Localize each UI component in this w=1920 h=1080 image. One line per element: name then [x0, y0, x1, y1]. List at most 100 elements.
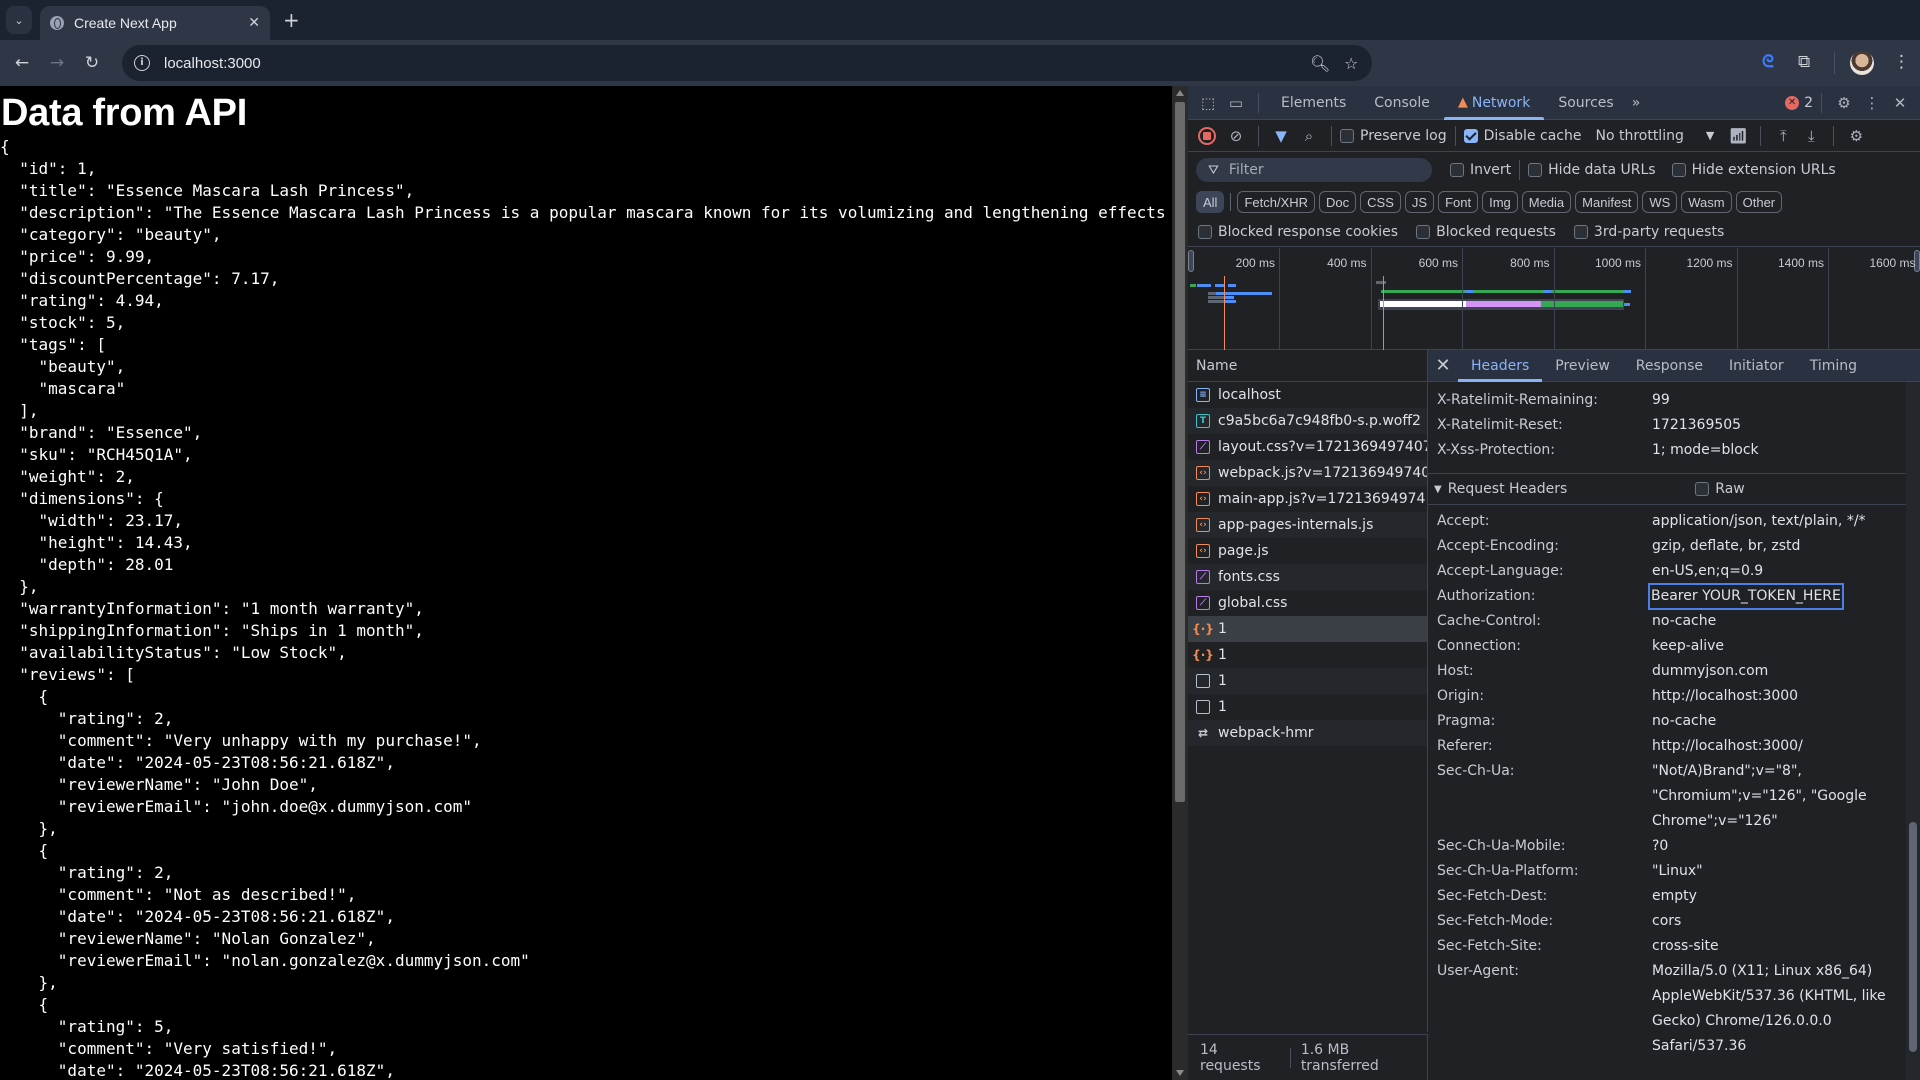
checkbox[interactable]	[1340, 128, 1354, 143]
tab-elements[interactable]: Elements	[1267, 86, 1360, 120]
tab-response[interactable]: Response	[1623, 350, 1716, 382]
raw-checkbox[interactable]: Raw	[1695, 481, 1745, 497]
settings-gear-icon[interactable]: ⚙	[1830, 89, 1858, 117]
header-value[interactable]: cross-site	[1652, 934, 1892, 959]
type-filter-wasm[interactable]: Wasm	[1681, 191, 1732, 213]
type-filter-font[interactable]: Font	[1438, 191, 1479, 213]
header-value[interactable]: no-cache	[1652, 609, 1892, 634]
hide-data-urls-checkbox[interactable]: Hide data URLs	[1528, 162, 1656, 178]
header-value[interactable]: 1721369505	[1652, 413, 1892, 438]
expand-triangle-icon[interactable]: ▼	[1434, 484, 1442, 495]
address-bar[interactable]: i localhost:3000 🔍︎ ☆	[122, 45, 1372, 81]
request-row[interactable]: 1	[1188, 668, 1427, 694]
request-row[interactable]: ≡ localhost	[1188, 382, 1427, 408]
header-value[interactable]: http://localhost:3000/	[1652, 734, 1892, 759]
search-icon[interactable]: ⌕	[1295, 122, 1323, 150]
bookmark-star-icon[interactable]: ☆	[1344, 54, 1358, 73]
close-tab-icon[interactable]: ✕	[248, 15, 260, 31]
header-value[interactable]: ?0	[1652, 834, 1892, 859]
checkbox[interactable]	[1695, 482, 1710, 496]
record-stop-icon[interactable]	[1198, 126, 1216, 145]
tab-search-button[interactable]: ⌄	[6, 6, 32, 34]
header-value[interactable]: cors	[1652, 909, 1892, 934]
scroll-down-icon[interactable]	[1176, 1070, 1184, 1076]
checkbox[interactable]	[1671, 163, 1686, 177]
request-row[interactable]: ⟋ fonts.css	[1188, 564, 1427, 590]
request-row[interactable]: ⟋ global.css	[1188, 590, 1427, 616]
type-filter-js[interactable]: JS	[1404, 191, 1435, 213]
preserve-log-checkbox[interactable]: Preserve log	[1340, 128, 1447, 144]
header-value[interactable]: en-US,en;q=0.9	[1652, 559, 1892, 584]
scroll-thumb[interactable]	[1175, 102, 1185, 802]
request-row[interactable]: Tc9a5bc6a7c948fb0-s.p.woff2	[1188, 408, 1427, 434]
tab-sources[interactable]: Sources	[1544, 86, 1627, 120]
close-devtools-icon[interactable]: ✕	[1886, 89, 1914, 117]
reload-icon[interactable]: ↻	[79, 50, 105, 76]
close-detail-icon[interactable]: ✕	[1428, 355, 1458, 376]
new-tab-button[interactable]: +	[283, 8, 300, 32]
invert-checkbox[interactable]: Invert	[1450, 162, 1511, 178]
blocked-response-cookies-checkbox[interactable]: Blocked response cookies	[1198, 224, 1398, 240]
checkbox[interactable]	[1416, 224, 1431, 239]
blocked-requests-checkbox[interactable]: Blocked requests	[1416, 224, 1556, 240]
type-filter-css[interactable]: CSS	[1360, 191, 1401, 213]
type-filter-ws[interactable]: WS	[1642, 191, 1678, 213]
type-filter-img[interactable]: Img	[1482, 191, 1518, 213]
request-row[interactable]: ‹› app-pages-internals.js	[1188, 512, 1427, 538]
import-har-icon[interactable]: ⤒	[1769, 122, 1797, 150]
header-value[interactable]: http://localhost:3000	[1652, 684, 1892, 709]
url-text[interactable]: localhost:3000	[164, 55, 261, 72]
tab-console[interactable]: Console	[1360, 86, 1444, 120]
header-value-selected[interactable]: Bearer YOUR_TOKEN_HERE	[1648, 583, 1844, 610]
profile-avatar[interactable]	[1850, 51, 1874, 75]
request-headers-section-header[interactable]: ▼ Request Headers Raw	[1428, 473, 1906, 505]
header-value[interactable]: dummyjson.com	[1652, 659, 1892, 684]
filter-input[interactable]: ⛛ Filter	[1196, 158, 1432, 182]
back-icon[interactable]: ←	[9, 50, 35, 76]
request-row[interactable]: 1	[1188, 694, 1427, 720]
type-filter-manifest[interactable]: Manifest	[1575, 191, 1639, 213]
tab-preview[interactable]: Preview	[1542, 350, 1623, 382]
network-conditions-icon[interactable]: 📶︎	[1724, 122, 1752, 150]
filter-funnel-icon[interactable]: ▼	[1267, 122, 1295, 150]
request-row[interactable]: ‹› main-app.js?v=17213694974…	[1188, 486, 1427, 512]
details-scrollbar[interactable]	[1906, 382, 1920, 1080]
header-value[interactable]: 99	[1652, 388, 1892, 413]
browser-tab[interactable]: Create Next App ✕	[40, 6, 270, 40]
request-row[interactable]: {·} 1	[1188, 616, 1427, 642]
menu-kebab-icon[interactable]: ⋮	[1893, 52, 1910, 72]
device-toolbar-icon[interactable]: ▭	[1222, 89, 1250, 117]
request-row[interactable]: ‹› webpack.js?v=1721369497407	[1188, 460, 1427, 486]
request-row[interactable]: ⇄ webpack-hmr	[1188, 720, 1427, 746]
header-value[interactable]: empty	[1652, 884, 1892, 909]
tab-initiator[interactable]: Initiator	[1716, 350, 1797, 382]
checkbox[interactable]	[1450, 163, 1464, 177]
clear-icon[interactable]: ⊘	[1222, 122, 1250, 150]
checkbox[interactable]	[1198, 224, 1212, 239]
third-party-requests-checkbox[interactable]: 3rd-party requests	[1573, 224, 1724, 240]
type-filter-other[interactable]: Other	[1735, 191, 1783, 213]
devtools-menu-icon[interactable]: ⋮	[1858, 89, 1886, 117]
zoom-icon[interactable]: 🔍︎	[1310, 54, 1330, 73]
checkbox[interactable]	[1528, 163, 1543, 177]
page-scrollbar[interactable]	[1172, 86, 1188, 1080]
header-value[interactable]: 1; mode=block	[1652, 438, 1892, 463]
hide-extension-urls-checkbox[interactable]: Hide extension URLs	[1671, 162, 1836, 178]
checkbox[interactable]	[1463, 128, 1478, 143]
header-value[interactable]: gzip, deflate, br, zstd	[1652, 534, 1892, 559]
tab-network[interactable]: ▲ Network	[1443, 86, 1545, 120]
network-overview-timeline[interactable]: 200 ms 400 ms 600 ms 800 ms 1000 ms 1200 ms 14…	[1188, 248, 1920, 350]
tab-headers[interactable]: Headers	[1458, 350, 1543, 382]
more-tabs-button[interactable]: »	[1628, 86, 1645, 120]
error-count-badge[interactable]: ✕ 2	[1785, 95, 1813, 111]
tab-timing[interactable]: Timing	[1797, 350, 1870, 382]
header-value[interactable]: application/json, text/plain, */*	[1652, 509, 1892, 534]
checkbox[interactable]	[1573, 224, 1588, 239]
network-settings-gear-icon[interactable]: ⚙	[1842, 122, 1870, 150]
type-filter-fetch-xhr[interactable]: Fetch/XHR	[1237, 191, 1316, 213]
type-filter-all[interactable]: All	[1196, 191, 1225, 213]
header-value[interactable]: no-cache	[1652, 709, 1892, 734]
scroll-thumb[interactable]	[1909, 822, 1917, 1052]
header-value[interactable]: "Linux"	[1652, 859, 1892, 884]
extensions-puzzle-icon[interactable]: ⧉	[1798, 52, 1810, 72]
